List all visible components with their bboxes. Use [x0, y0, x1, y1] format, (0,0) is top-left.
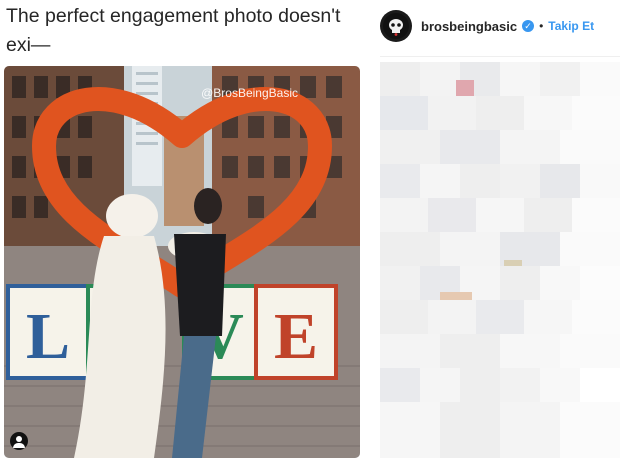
pixelated-comment-area — [380, 62, 620, 458]
separator-dot: • — [539, 19, 544, 33]
pixelated-comments — [380, 62, 620, 458]
profile-avatar[interactable] — [380, 10, 412, 42]
verified-badge-icon: ✓ — [522, 20, 535, 32]
header-divider — [380, 56, 620, 57]
skull-logo-icon — [383, 13, 409, 39]
photo-watermark: @BrosBeingBasic — [201, 86, 298, 100]
engagement-photo-scene: L V E — [4, 66, 360, 458]
follow-button[interactable]: Takip Et — [548, 19, 594, 33]
profile-username[interactable]: brosbeingbasic — [421, 19, 517, 34]
svg-text:L: L — [26, 300, 70, 373]
svg-text:E: E — [274, 300, 318, 373]
tweet-caption: The perfect engagement photo doesn't exi… — [6, 5, 341, 56]
post-photo[interactable]: L V E @BrosBeingBasic — [4, 66, 360, 458]
user-tag-icon[interactable] — [10, 432, 28, 450]
profile-header: brosbeingbasic ✓ • Takip Et — [380, 8, 620, 44]
